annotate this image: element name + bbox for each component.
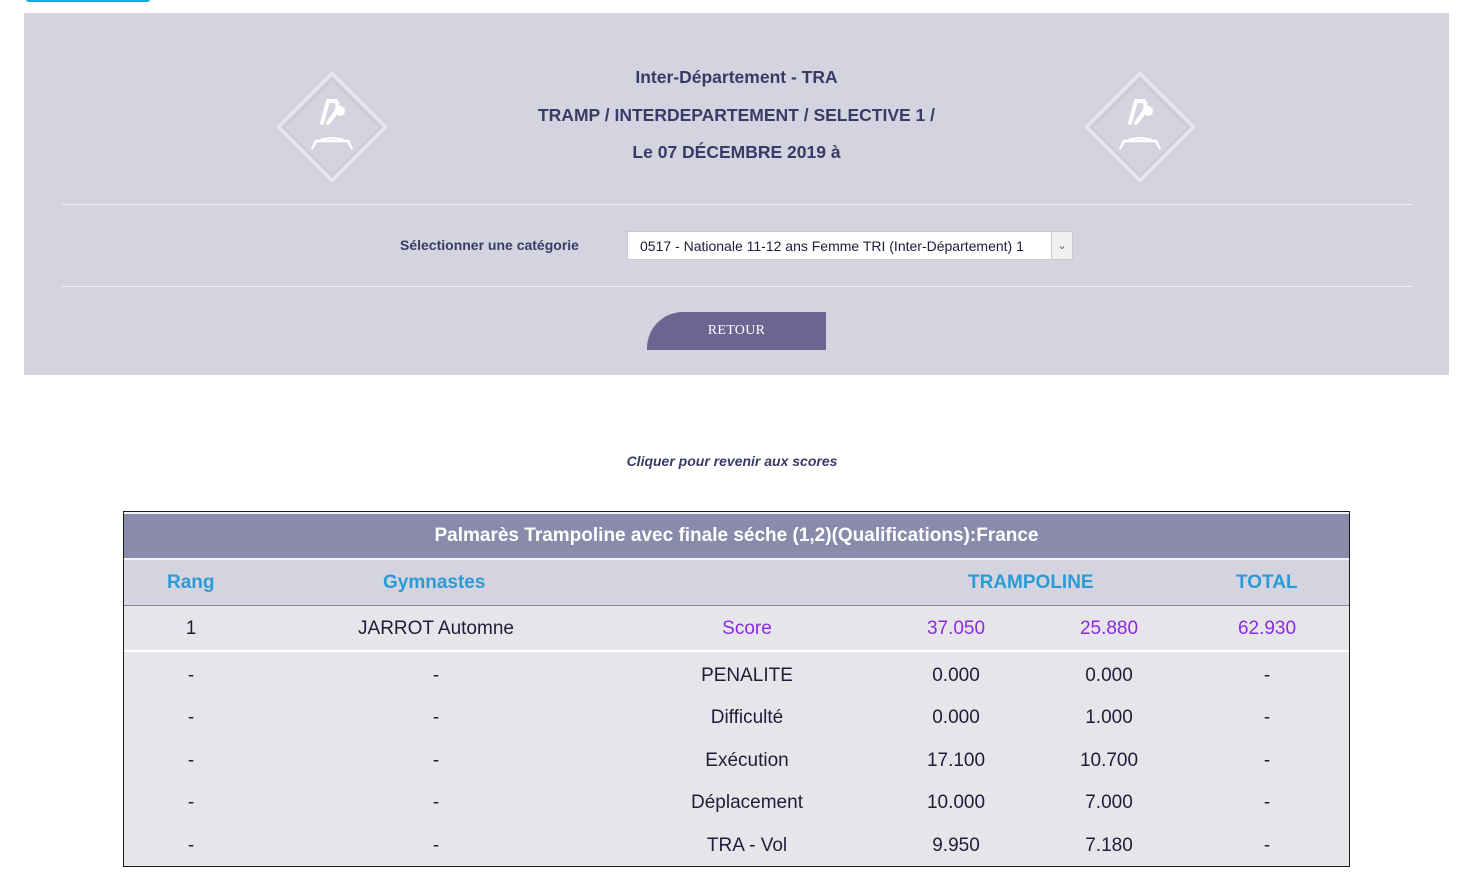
detail-total: - <box>1263 707 1271 728</box>
divider <box>62 204 1412 205</box>
header-trampoline: TRAMPOLINE <box>968 572 1094 593</box>
detail-value-2: 10.700 <box>1079 750 1139 771</box>
score-total: 62.930 <box>1237 618 1297 639</box>
retour-button[interactable]: RETOUR <box>647 312 826 350</box>
score-details: - - PENALITE 0.000 0.000 - - - Difficult… <box>124 652 1349 866</box>
detail-value-2: 0.000 <box>1085 665 1133 686</box>
detail-total: - <box>1263 665 1271 686</box>
gymnast-name: JARROT Automne <box>358 618 514 639</box>
score-row[interactable]: 1 JARROT Automne Score 37.050 25.880 62.… <box>124 606 1349 652</box>
results-header-row: Rang Gymnastes TRAMPOLINE TOTAL <box>124 560 1349 606</box>
event-path: TRAMP / INTERDEPARTEMENT / SELECTIVE 1 / <box>537 104 936 125</box>
header-total: TOTAL <box>1236 572 1298 593</box>
detail-value-2: 7.000 <box>1085 792 1133 813</box>
detail-value-1: 9.950 <box>932 835 980 856</box>
detail-name: - <box>432 750 440 771</box>
detail-name: - <box>432 835 440 856</box>
results-table: Palmarès Trampoline avec finale séche (1… <box>123 511 1350 867</box>
detail-label: Exécution <box>705 750 789 771</box>
detail-rank: - <box>187 792 195 813</box>
detail-rank: - <box>187 835 195 856</box>
detail-label: Déplacement <box>691 792 803 813</box>
detail-value-2: 1.000 <box>1085 707 1133 728</box>
score-value-1: 37.050 <box>926 618 986 639</box>
event-date: Le 07 DÉCEMBRE 2019 à <box>632 142 841 162</box>
detail-name: - <box>432 665 440 686</box>
score-label: Score <box>722 618 772 639</box>
detail-name: - <box>432 792 440 813</box>
detail-value-1: 0.000 <box>932 707 980 728</box>
event-header-panel: Inter-Département - TRA TRAMP / INTERDEP… <box>24 13 1449 375</box>
detail-label: TRA - Vol <box>706 835 788 856</box>
detail-value-1: 0.000 <box>932 665 980 686</box>
category-selected-value: 0517 - Nationale 11-12 ans Femme TRI (In… <box>640 237 1024 254</box>
event-info: Inter-Département - TRA TRAMP / INTERDEP… <box>24 65 1449 178</box>
score-rank: 1 <box>185 618 197 639</box>
divider <box>62 286 1412 287</box>
header-gymnastes: Gymnastes <box>383 572 486 593</box>
results-title: Palmarès Trampoline avec finale séche (1… <box>124 512 1349 560</box>
chevron-down-icon[interactable]: ⌄ <box>1051 232 1072 259</box>
detail-total: - <box>1263 792 1271 813</box>
detail-label: PENALITE <box>701 665 793 686</box>
detail-value-1: 17.100 <box>926 750 986 771</box>
detail-value-2: 7.180 <box>1085 835 1133 856</box>
detail-total: - <box>1263 835 1271 856</box>
detail-total: - <box>1263 750 1271 771</box>
detail-value-1: 10.000 <box>926 792 986 813</box>
top-tab[interactable] <box>24 0 152 2</box>
score-value-2: 25.880 <box>1079 618 1139 639</box>
detail-rank: - <box>187 750 195 771</box>
category-label: Sélectionner une catégorie <box>400 237 579 253</box>
back-to-scores-link[interactable]: Cliquer pour revenir aux scores <box>0 453 1464 469</box>
detail-name: - <box>432 707 440 728</box>
event-name: Inter-Département - TRA <box>635 67 838 87</box>
category-select[interactable]: 0517 - Nationale 11-12 ans Femme TRI (In… <box>627 231 1073 260</box>
detail-label: Difficulté <box>710 707 784 728</box>
detail-rank: - <box>187 707 195 728</box>
header-rang: Rang <box>167 572 215 593</box>
detail-rank: - <box>187 665 195 686</box>
